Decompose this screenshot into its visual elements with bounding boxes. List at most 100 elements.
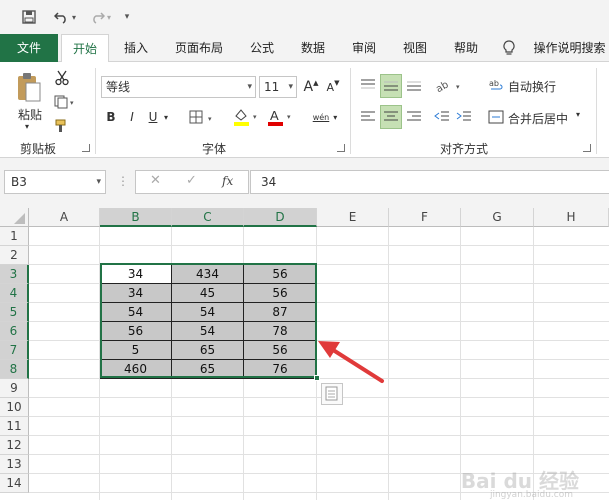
grow-font-icon[interactable]: A ▲	[302, 76, 320, 98]
phonetic-text: wén	[312, 112, 330, 122]
wrap-text-button[interactable]: 自动换行	[508, 78, 556, 95]
tab-review[interactable]: 审阅	[341, 34, 387, 62]
separator	[350, 68, 351, 154]
tab-insert[interactable]: 插入	[113, 34, 159, 62]
alignment-launcher-icon[interactable]	[583, 144, 591, 152]
merge-dropdown-icon[interactable]: ▾	[576, 110, 580, 119]
enter-icon[interactable]: ✓	[186, 173, 197, 188]
gridline	[460, 227, 461, 500]
column-header-e[interactable]: E	[317, 208, 389, 227]
align-center-icon[interactable]	[380, 105, 402, 129]
decrease-indent-icon[interactable]	[432, 106, 452, 128]
redo-icon[interactable]: ▾	[86, 6, 114, 28]
orientation-icon[interactable]: ab ▾	[432, 74, 466, 96]
tab-formulas[interactable]: 公式	[240, 34, 284, 62]
formula-input[interactable]: 34	[250, 170, 609, 194]
column-header-c[interactable]: C	[172, 208, 244, 227]
cancel-icon[interactable]: ✕	[150, 173, 161, 188]
alignment-group-label: 对齐方式	[440, 142, 489, 156]
svg-text:▾: ▾	[70, 99, 74, 107]
cut-icon[interactable]	[52, 68, 72, 88]
copy-icon[interactable]: ▾	[52, 92, 78, 112]
row-header-7[interactable]: 7	[0, 341, 29, 360]
row-header-3[interactable]: 3	[0, 265, 29, 284]
row-header-2[interactable]: 2	[0, 246, 29, 265]
row-header-5[interactable]: 5	[0, 303, 29, 322]
insert-function-icon[interactable]: fx	[222, 174, 233, 188]
tab-page-layout[interactable]: 页面布局	[166, 34, 232, 62]
align-bottom-icon[interactable]	[404, 74, 424, 96]
svg-text:▾: ▾	[287, 113, 291, 121]
row-header-12[interactable]: 12	[0, 436, 29, 455]
save-icon[interactable]	[18, 6, 40, 28]
font-color-icon[interactable]: A ▾	[266, 106, 296, 128]
paste-dropdown-icon[interactable]: ▾	[25, 122, 29, 131]
row-header-14[interactable]: 14	[0, 474, 29, 493]
font-group-label: 字体	[202, 142, 227, 156]
tab-home[interactable]: 开始	[61, 34, 109, 63]
formula-buttons: ✕ ✓ fx	[135, 170, 249, 194]
font-name-select[interactable]: 等线 ▾	[101, 76, 256, 98]
lightbulb-icon[interactable]	[500, 34, 518, 62]
row-header-13[interactable]: 13	[0, 455, 29, 474]
align-top-icon[interactable]	[358, 74, 378, 96]
underline-button[interactable]: U	[145, 106, 161, 128]
increase-indent-icon[interactable]	[454, 106, 474, 128]
watermark-sub: jingyan.baidu.com	[489, 490, 573, 500]
column-header-d[interactable]: D	[244, 208, 317, 227]
underline-dropdown-icon[interactable]: ▾	[160, 106, 172, 128]
column-header-g[interactable]: G	[461, 208, 534, 227]
name-box[interactable]: B3 ▾	[4, 170, 106, 194]
gridline	[533, 227, 534, 500]
row-header-11[interactable]: 11	[0, 417, 29, 436]
row-header-6[interactable]: 6	[0, 322, 29, 341]
svg-text:▾: ▾	[253, 113, 257, 121]
row-header-8[interactable]: 8	[0, 360, 29, 379]
ribbon-tabs: 文件 开始 插入 页面布局 公式 数据 审阅 视图 帮助 操作说明搜索	[0, 34, 609, 63]
undo-icon[interactable]: ▾	[50, 6, 80, 28]
paste-label[interactable]: 粘贴	[15, 106, 45, 123]
svg-text:ab: ab	[489, 79, 499, 88]
ribbon-home: 粘贴 ▾ ▾ 剪贴板 等线 ▾ 11 ▾ A ▲ A ▼ B I U ▾ ▾ ▾ A ▾ …	[0, 62, 609, 158]
font-size-select[interactable]: 11 ▾	[259, 76, 297, 98]
wrap-text-icon[interactable]: ab	[488, 74, 504, 96]
select-all-corner[interactable]	[0, 208, 29, 227]
phonetic-guide-icon[interactable]: wén ▾	[308, 106, 342, 128]
row-header-1[interactable]: 1	[0, 227, 29, 246]
column-header-f[interactable]: F	[389, 208, 461, 227]
gridline	[29, 245, 609, 246]
separator	[95, 68, 96, 154]
clipboard-launcher-icon[interactable]	[82, 144, 90, 152]
merge-center-icon[interactable]	[487, 106, 505, 128]
gridline	[29, 435, 609, 436]
italic-button[interactable]: I	[124, 106, 140, 128]
more-icon[interactable]: ⋮	[117, 174, 129, 188]
tab-file[interactable]: 文件	[0, 34, 58, 62]
tab-help[interactable]: 帮助	[443, 34, 489, 62]
customize-qat-icon[interactable]: ▾	[120, 6, 134, 28]
align-right-icon[interactable]	[404, 106, 424, 128]
column-header-h[interactable]: H	[534, 208, 609, 227]
tab-view[interactable]: 视图	[392, 34, 438, 62]
row-header-10[interactable]: 10	[0, 398, 29, 417]
format-painter-icon[interactable]	[52, 116, 72, 136]
worksheet-grid[interactable]: ABCDEFGH 1 2 3 4 5 6 7 8 9 10 11 12 13 14 34 434 56 34 45…	[0, 208, 609, 500]
column-header-a[interactable]: A	[29, 208, 100, 227]
tell-me-search[interactable]: 操作说明搜索	[530, 34, 609, 62]
shrink-font-icon[interactable]: A ▼	[324, 76, 342, 98]
paste-icon[interactable]	[10, 68, 48, 106]
selection-range	[100, 263, 317, 378]
merge-center-button[interactable]: 合并后居中	[508, 110, 568, 127]
row-header-9[interactable]: 9	[0, 379, 29, 398]
font-launcher-icon[interactable]	[337, 144, 345, 152]
align-left-icon[interactable]	[358, 106, 378, 128]
align-middle-icon[interactable]	[380, 74, 402, 98]
gridline	[29, 416, 609, 417]
bold-button[interactable]: B	[103, 106, 119, 128]
fill-color-icon[interactable]: ▾	[232, 106, 262, 128]
border-icon[interactable]: ▾	[186, 106, 220, 128]
svg-text:ab: ab	[434, 79, 450, 93]
tab-data[interactable]: 数据	[290, 34, 336, 62]
column-header-b[interactable]: B	[100, 208, 172, 227]
row-header-4[interactable]: 4	[0, 284, 29, 303]
